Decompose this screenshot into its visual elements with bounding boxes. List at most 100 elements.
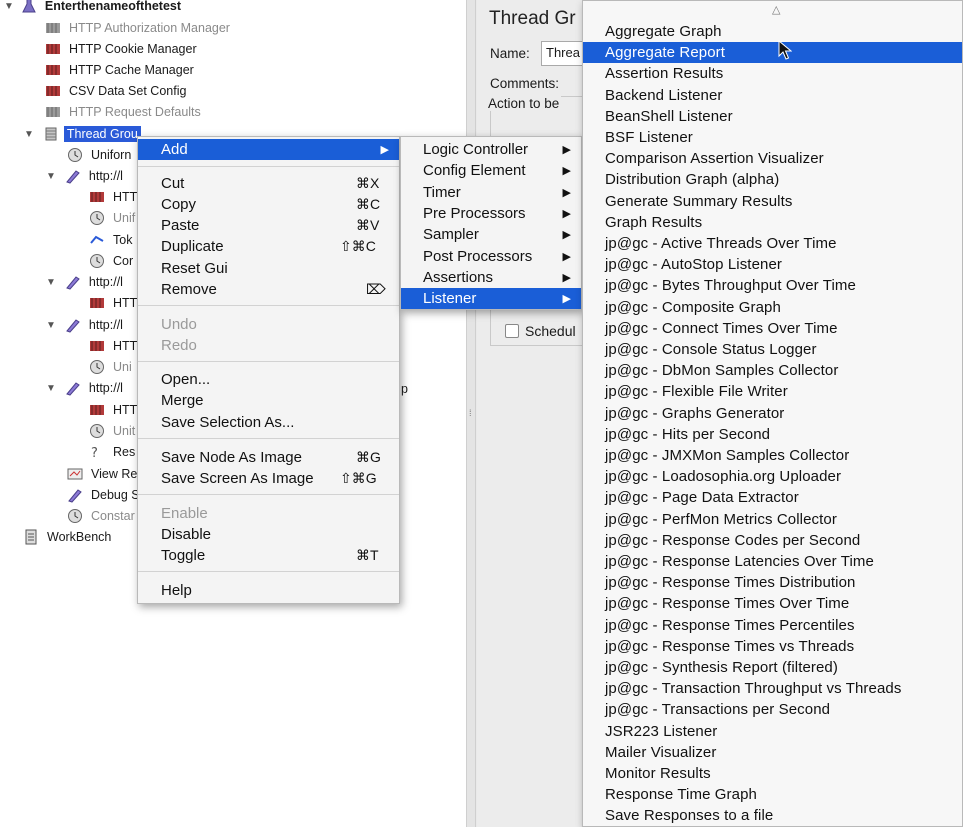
expand-triangle-icon[interactable]: ▼ [46, 277, 56, 288]
listener-menu-item[interactable]: jp@gc - Response Times vs Threads [583, 636, 962, 657]
tree-child-item[interactable]: ? Res [88, 442, 138, 462]
tree-child-item[interactable]: Unif [88, 208, 138, 228]
menu-item-help[interactable]: Help [138, 580, 399, 601]
menu-item-copy[interactable]: Copy ⌘C [138, 194, 399, 215]
listener-menu-item[interactable]: jp@gc - Transactions per Second [583, 699, 962, 720]
menu-item-save-screen-as-image[interactable]: Save Screen As Image ⇧⌘G [138, 468, 399, 489]
menu-item-toggle[interactable]: Toggle ⌘T [138, 545, 399, 566]
tree-child-item[interactable]: View Re [66, 464, 140, 484]
listener-menu-item[interactable]: jp@gc - Response Codes per Second [583, 530, 962, 551]
pane-splitter[interactable]: ⁞ [466, 0, 476, 827]
expand-triangle-icon[interactable]: ▼ [46, 320, 56, 331]
tree-child-item[interactable]: Cor [88, 251, 136, 271]
tree-child-item[interactable]: ▼ http://l [46, 166, 126, 186]
add-submenu-item[interactable]: Listener ▶ [401, 288, 581, 310]
listener-menu-item[interactable]: jp@gc - Response Times Percentiles [583, 615, 962, 636]
tree-item-http-cache-manager[interactable]: HTTP Cache Manager [44, 60, 197, 80]
listener-menu-item[interactable]: jp@gc - Connect Times Over Time [583, 318, 962, 339]
listener-menu-item[interactable]: Monitor Results [583, 763, 962, 784]
tree-item-http-request-defaults[interactable]: HTTP Request Defaults [44, 102, 204, 122]
listener-menu-item[interactable]: BSF Listener [583, 127, 962, 148]
listener-menu-item[interactable]: jp@gc - DbMon Samples Collector [583, 360, 962, 381]
menu-item-open[interactable]: Open... [138, 369, 399, 390]
tree-child-item[interactable]: ▼ http://l [46, 272, 126, 292]
menu-item-reset-gui[interactable]: Reset Gui [138, 258, 399, 279]
menu-item-remove[interactable]: Remove ⌦ [138, 279, 399, 300]
tree-child-item[interactable]: ▼ http://l [46, 378, 126, 398]
listener-menu-item[interactable]: jp@gc - Response Latencies Over Time [583, 551, 962, 572]
listener-menu-item[interactable]: Generate Summary Results [583, 191, 962, 212]
tree-child-item[interactable]: HTT [88, 336, 140, 356]
listener-menu-item[interactable]: Aggregate Graph [583, 21, 962, 42]
listener-menu-item[interactable]: Mailer Visualizer [583, 742, 962, 763]
listener-menu-item[interactable]: Aggregate Report [583, 42, 962, 64]
add-submenu-item[interactable]: Pre Processors ▶ [401, 203, 581, 224]
listener-menu-item[interactable]: jp@gc - AutoStop Listener [583, 254, 962, 275]
listener-menu-item[interactable]: jp@gc - Active Threads Over Time [583, 233, 962, 254]
menu-item-paste[interactable]: Paste ⌘V [138, 215, 399, 236]
tree-item-csv-data-set-config[interactable]: CSV Data Set Config [44, 81, 189, 101]
tree-child-item[interactable]: Debug S [66, 485, 143, 505]
add-submenu-item[interactable]: Post Processors ▶ [401, 246, 581, 267]
tree-child-item[interactable]: HTT [88, 293, 140, 313]
add-submenu-item[interactable]: Sampler ▶ [401, 224, 581, 245]
tree-child-item[interactable]: Unit [88, 421, 138, 441]
tree-item-http-authorization-manager[interactable]: HTTP Authorization Manager [44, 18, 233, 38]
menu-item-undo: Undo [161, 316, 197, 333]
tree-item-workbench[interactable]: WorkBench [22, 527, 114, 547]
listener-menu-item[interactable]: Response Time Graph [583, 784, 962, 805]
listener-menu-item[interactable]: jp@gc - Graphs Generator [583, 403, 962, 424]
listener-menu-item[interactable]: jp@gc - Hits per Second [583, 424, 962, 445]
listener-menu-item[interactable]: Distribution Graph (alpha) [583, 169, 962, 190]
listener-menu-item[interactable]: jp@gc - Console Status Logger [583, 339, 962, 360]
menu-item-add[interactable]: Add ▶ [138, 139, 399, 160]
tree-child-item[interactable]: Uni [88, 357, 135, 377]
scroll-up-arrow-icon[interactable]: △ [772, 3, 780, 16]
add-submenu-item[interactable]: Config Element ▶ [401, 160, 581, 181]
tree-child-item[interactable]: Uniforn [66, 145, 134, 165]
listener-menu-item[interactable]: Backend Listener [583, 85, 962, 106]
listener-menu-item[interactable]: jp@gc - Bytes Throughput Over Time [583, 275, 962, 296]
splitter-grip-icon[interactable]: ⁞ [469, 408, 472, 418]
listener-menu-item[interactable]: jp@gc - Transaction Throughput vs Thread… [583, 678, 962, 699]
menu-item-duplicate[interactable]: Duplicate ⇧⌘C [138, 236, 399, 257]
listener-menu-item[interactable]: jp@gc - Page Data Extractor [583, 487, 962, 508]
menu-item-save-node-as-image[interactable]: Save Node As Image ⌘G [138, 447, 399, 468]
tree-child-item[interactable]: HTT [88, 187, 140, 207]
add-submenu-item[interactable]: Timer ▶ [401, 182, 581, 203]
listener-menu-item[interactable]: Graph Results [583, 212, 962, 233]
listener-menu-item[interactable]: Assertion Results [583, 63, 962, 84]
expand-triangle-icon[interactable]: ▼ [46, 383, 56, 394]
panel-title: Thread Gr [489, 8, 576, 29]
menu-item-disable[interactable]: Disable [138, 524, 399, 545]
menu-item-merge[interactable]: Merge [138, 390, 399, 411]
listener-menu-item[interactable]: jp@gc - JMXMon Samples Collector [583, 445, 962, 466]
listener-menu-item[interactable]: BeanShell Listener [583, 106, 962, 127]
expand-triangle-icon[interactable]: ▼ [4, 1, 14, 12]
menu-item-save-selection-as[interactable]: Save Selection As... [138, 412, 399, 433]
listener-menu-item[interactable]: jp@gc - Loadosophia.org Uploader [583, 466, 962, 487]
listener-menu-item[interactable]: Comparison Assertion Visualizer [583, 148, 962, 169]
menu-item-cut[interactable]: Cut ⌘X [138, 173, 399, 194]
add-submenu-item[interactable]: Logic Controller ▶ [401, 139, 581, 160]
add-submenu-item[interactable]: Assertions ▶ [401, 267, 581, 288]
tree-root[interactable]: ▼ Enterthenameofthetest [4, 0, 184, 16]
listener-menu-item[interactable]: jp@gc - Response Times Distribution [583, 572, 962, 593]
tree-item-thread-group[interactable]: ▼ Thread Grou [24, 124, 141, 144]
expand-triangle-icon[interactable]: ▼ [46, 171, 56, 182]
listener-menu-item[interactable]: jp@gc - Response Times Over Time [583, 593, 962, 614]
listener-menu-item[interactable]: Save Responses to a file [583, 805, 962, 826]
tree-child-item[interactable]: HTT [88, 400, 140, 420]
tree-child-item[interactable]: Tok [88, 230, 135, 250]
tree-item-http-cookie-manager[interactable]: HTTP Cookie Manager [44, 39, 200, 59]
tree-child-item[interactable]: ▼ http://l [46, 315, 126, 335]
config-icon [90, 298, 104, 308]
listener-menu-item[interactable]: jp@gc - PerfMon Metrics Collector [583, 509, 962, 530]
scheduler-checkbox[interactable] [505, 324, 519, 338]
tree-child-item[interactable]: Constar [66, 506, 138, 526]
listener-menu-item[interactable]: JSR223 Listener [583, 721, 962, 742]
listener-menu-item[interactable]: jp@gc - Synthesis Report (filtered) [583, 657, 962, 678]
expand-triangle-icon[interactable]: ▼ [24, 129, 34, 140]
listener-menu-item[interactable]: jp@gc - Composite Graph [583, 297, 962, 318]
listener-menu-item[interactable]: jp@gc - Flexible File Writer [583, 381, 962, 402]
